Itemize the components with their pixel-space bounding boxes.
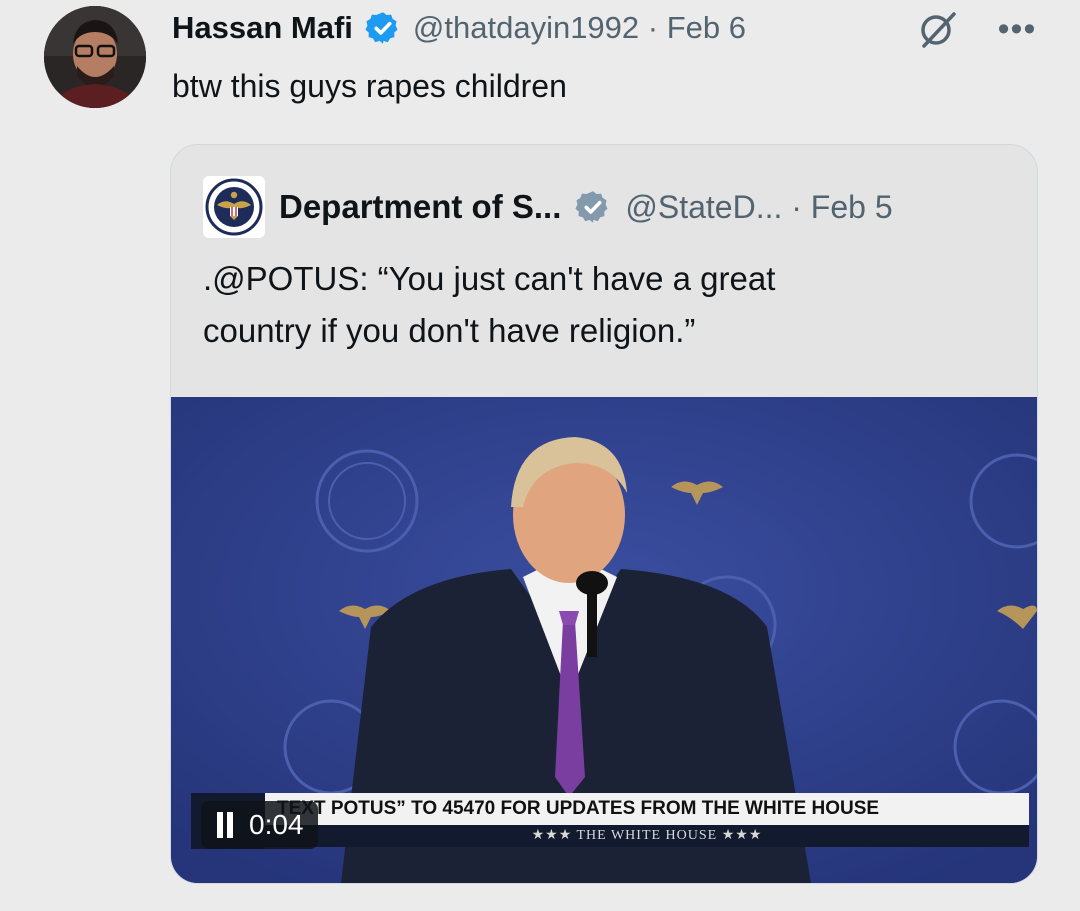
quoted-text-line: country if you don't have religion.”	[203, 312, 696, 349]
video-playback-control[interactable]: 0:04	[201, 801, 318, 849]
quoted-tweet-text: .@POTUS: “You just can't have a great co…	[203, 253, 1003, 357]
tweet-header: Hassan Mafi @thatdayin1992 · Feb 6	[172, 6, 746, 50]
author-name[interactable]: Hassan Mafi	[172, 10, 353, 46]
meta-separator: ·	[791, 188, 802, 225]
verified-badge-icon[interactable]	[365, 10, 401, 46]
author-avatar[interactable]	[44, 6, 146, 108]
department-seal-icon	[205, 178, 263, 236]
video-player[interactable]: TEXT POTUS” TO 45470 FOR UPDATES FROM TH…	[171, 397, 1037, 883]
tweet[interactable]: Hassan Mafi @thatdayin1992 · Feb 6 ••• b…	[0, 0, 1080, 911]
quoted-tweet-header: Department of S... @StateD... · Feb 5	[203, 176, 893, 238]
ticker-subtitle: ★★★ THE WHITE HOUSE ★★★	[265, 825, 1029, 847]
grok-icon[interactable]	[914, 8, 962, 50]
ticker-text: TEXT POTUS” TO 45470 FOR UPDATES FROM TH…	[265, 793, 1029, 825]
tweet-text: btw this guys rapes children	[172, 68, 567, 104]
pause-icon[interactable]	[215, 812, 235, 838]
bottom-divider	[0, 895, 1080, 911]
ticker-message: POTUS” TO 45470 FOR UPDATES FROM THE WHI…	[330, 798, 880, 819]
verified-badge-icon[interactable]	[575, 189, 611, 225]
quoted-tweet[interactable]: Department of S... @StateD... · Feb 5 .@…	[170, 144, 1038, 884]
video-time: 0:04	[249, 809, 304, 840]
quoted-tweet-date[interactable]: Feb 5	[811, 189, 893, 225]
quoted-author-handle[interactable]: @StateD...	[625, 189, 782, 225]
quoted-text-line: .@POTUS: “You just can't have a great	[203, 260, 776, 297]
more-icon[interactable]: •••	[995, 8, 1039, 50]
author-handle[interactable]: @thatdayin1992	[413, 10, 639, 45]
tweet-date[interactable]: Feb 6	[667, 10, 746, 45]
quoted-author-avatar[interactable]	[203, 176, 265, 238]
meta-separator: ·	[647, 10, 659, 45]
quoted-author-name[interactable]: Department of S...	[279, 188, 561, 226]
